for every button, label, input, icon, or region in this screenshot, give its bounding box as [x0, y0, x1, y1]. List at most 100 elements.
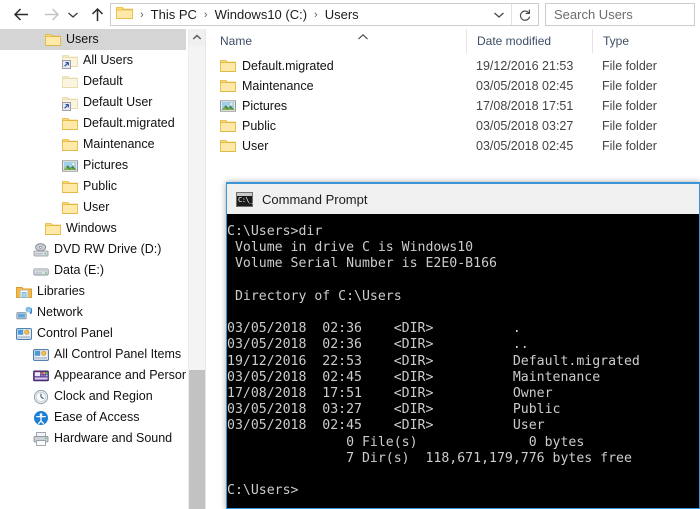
sidebar-item-windows[interactable]: Windows [0, 218, 186, 239]
sidebar-item-label: Appearance and Personalization [54, 368, 186, 382]
folder-icon [62, 179, 78, 195]
sidebar-item-libraries[interactable]: Libraries [0, 281, 186, 302]
sidebar-item-hardware-and-sound[interactable]: Hardware and Sound [0, 428, 186, 449]
table-row[interactable]: Default.migrated 19/12/2016 21:53 File fol… [210, 56, 700, 76]
sidebar-item-label: Ease of Access [54, 410, 140, 424]
sidebar-scrollbar[interactable] [188, 29, 205, 509]
navigation-bar: › This PC › Windows10 (C:) › Users Searc… [0, 0, 700, 29]
sidebar-item-label: All Users [83, 53, 134, 67]
sidebar-item-default-migrated[interactable]: Default.migrated [0, 113, 186, 134]
back-arrow-icon [13, 8, 28, 21]
address-bar[interactable]: › This PC › Windows10 (C:) › Users [110, 3, 539, 26]
file-list: Default.migrated 19/12/2016 21:53 File fol… [210, 56, 700, 156]
sidebar-item-label: Pictures [83, 158, 129, 172]
sidebar-item-label: Windows [66, 221, 117, 235]
column-header-type[interactable]: Type [592, 29, 700, 53]
column-header-date-modified[interactable]: Date modified [466, 29, 592, 53]
refresh-button[interactable] [511, 4, 538, 25]
file-date-cell: 19/12/2016 21:53 [476, 59, 574, 73]
shortcut-folder-icon [62, 53, 78, 69]
file-type-cell: File folder [602, 119, 657, 133]
sidebar-item-users[interactable]: Users [0, 29, 186, 50]
sidebar-item-network[interactable]: Network [0, 302, 186, 323]
up-level-button[interactable] [84, 0, 110, 29]
sidebar-item-appearance-and-personalization[interactable]: Appearance and Personalization [0, 365, 186, 386]
sidebar-item-user[interactable]: User [0, 197, 186, 218]
sort-ascending-icon [356, 30, 370, 44]
sidebar-item-label: Default [83, 74, 123, 88]
recent-locations-button[interactable] [64, 0, 82, 29]
folder-icon [116, 6, 133, 23]
folder-icon [220, 140, 236, 152]
sidebar-item-label: Default.migrated [83, 116, 175, 130]
file-date-cell: 03/05/2018 02:45 [476, 139, 574, 153]
printer-icon [33, 431, 49, 447]
shortcut-folder-icon [62, 97, 78, 111]
breadcrumb-windows10-c[interactable]: Windows10 (C:) [213, 4, 309, 25]
scrollbar-thumb[interactable] [189, 370, 205, 509]
hard-drive-icon [33, 263, 49, 279]
sidebar-item-default[interactable]: Default [0, 71, 186, 92]
table-row[interactable]: Public 03/05/2018 03:27 File folder [210, 116, 700, 136]
console-text: C:\Users>dir Volume in drive C is Window… [227, 224, 640, 499]
sidebar-item-label: Control Panel [37, 326, 113, 340]
sidebar-item-label: Data (E:) [54, 263, 105, 277]
sidebar-item-pictures[interactable]: Pictures [0, 155, 186, 176]
column-header-type-label: Type [603, 34, 630, 48]
pictures-folder-icon [62, 158, 78, 174]
table-row[interactable]: Maintenance 03/05/2018 02:45 File folder [210, 76, 700, 96]
chevron-up-icon [192, 34, 202, 40]
command-prompt-title: Command Prompt [262, 191, 368, 207]
console-output-area[interactable]: C:\Users>dir Volume in drive C is Window… [227, 214, 699, 508]
sidebar-item-data-e[interactable]: Data (E:) [0, 260, 186, 281]
folder-icon [62, 202, 78, 214]
search-box[interactable]: Search Users [545, 3, 695, 26]
table-row[interactable]: User 03/05/2018 02:45 File folder [210, 136, 700, 156]
dvd-drive-icon [33, 243, 49, 257]
sidebar-item-all-control-panel-items[interactable]: All Control Panel Items [0, 344, 186, 365]
file-name-cell: Default.migrated [242, 59, 334, 73]
up-arrow-icon [91, 7, 103, 21]
pictures-folder-icon [62, 160, 78, 172]
sidebar-item-default-user[interactable]: Default User [0, 92, 186, 113]
table-row[interactable]: Pictures 17/08/2018 17:51 File folder [210, 96, 700, 116]
sidebar-item-ease-of-access[interactable]: Ease of Access [0, 407, 186, 428]
file-type-cell: File folder [602, 59, 657, 73]
folder-icon [45, 32, 61, 48]
sidebar-item-maintenance[interactable]: Maintenance [0, 134, 186, 155]
command-prompt-window[interactable]: C:\_ Command Prompt C:\Users>dir Volume … [226, 182, 700, 509]
breadcrumb-users[interactable]: Users [323, 4, 361, 25]
console-icon: C:\_ [236, 191, 253, 207]
libraries-icon [16, 284, 32, 300]
sidebar-item-clock-and-region[interactable]: Clock and Region [0, 386, 186, 407]
search-input[interactable]: Search Users [546, 7, 633, 22]
pictures-folder-icon [220, 100, 236, 112]
back-button[interactable] [8, 0, 34, 29]
sidebar-item-label: Public [83, 179, 118, 193]
control-panel-icon [16, 326, 32, 342]
shortcut-folder-icon [62, 95, 78, 111]
column-header-name[interactable]: Name [210, 29, 466, 53]
sidebar-item-public[interactable]: Public [0, 176, 186, 197]
folder-icon [220, 138, 236, 154]
pictures-folder-icon [220, 98, 236, 114]
sidebar-item-all-users[interactable]: All Users [0, 50, 186, 71]
sidebar-item-label: Libraries [37, 284, 85, 298]
scrollbar-up-button[interactable] [189, 29, 205, 46]
sidebar-item-control-panel[interactable]: Control Panel [0, 323, 186, 344]
address-dropdown-button[interactable] [488, 4, 510, 25]
ease-of-access-icon [33, 410, 49, 426]
column-header-row: Name Date modified Type [210, 29, 700, 53]
appearance-icon [33, 370, 49, 382]
breadcrumb-separator: › [203, 8, 208, 21]
file-name-cell: Public [242, 119, 277, 133]
breadcrumb-this-pc[interactable]: This PC [149, 4, 199, 25]
chevron-down-icon [68, 12, 78, 18]
refresh-icon [519, 9, 531, 21]
file-name-cell: Pictures [242, 99, 288, 113]
sidebar-item-dvd-rw-drive-d[interactable]: DVD RW Drive (D:) [0, 239, 186, 260]
sidebar-item-label: Network [37, 305, 83, 319]
command-prompt-titlebar[interactable]: C:\_ Command Prompt [227, 184, 699, 214]
folder-icon [45, 34, 61, 46]
appearance-icon [33, 368, 49, 384]
